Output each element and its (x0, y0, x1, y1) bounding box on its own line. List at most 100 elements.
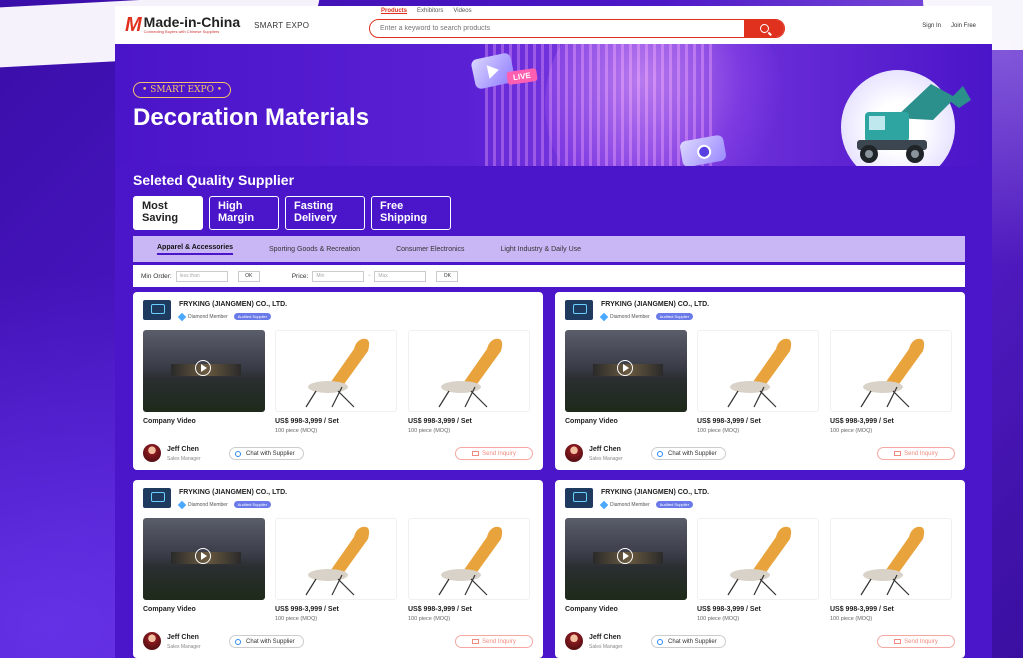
product-price: US$ 998-3,999 / Set (830, 606, 894, 613)
company-video-thumbnail[interactable] (565, 518, 687, 600)
smart-expo-link[interactable]: SMART EXPO (254, 21, 309, 30)
search-tab-products[interactable]: Products (381, 8, 407, 18)
tab-high-margin[interactable]: High Margin (209, 196, 279, 230)
tab-label-line1: High (218, 200, 243, 212)
category-sporting-goods[interactable]: Sporting Goods & Recreation (269, 246, 360, 253)
logo-mark-icon: M (125, 13, 142, 36)
product-image[interactable] (275, 518, 397, 600)
product-moq: 100 piece (MOQ) (275, 616, 318, 622)
product-price: US$ 998-3,999 / Set (697, 606, 761, 613)
tab-free-shipping[interactable]: Free Shipping (371, 196, 451, 230)
mail-icon (472, 639, 480, 644)
play-icon[interactable] (617, 360, 633, 376)
join-free-link[interactable]: Join Free (951, 23, 976, 29)
play-icon[interactable] (617, 548, 633, 564)
membership-row: Diamond Member Audited Supplier (599, 500, 694, 509)
hero-title: Decoration Materials (133, 104, 370, 131)
product-image[interactable] (830, 518, 952, 600)
inquiry-label: Send Inquiry (482, 638, 516, 645)
supplier-card[interactable]: FRYKING (JIANGMEN) CO., LTD. Diamond Mem… (133, 480, 543, 658)
supplier-card[interactable]: FRYKING (JIANGMEN) CO., LTD. Diamond Mem… (555, 480, 965, 658)
search-tab-videos[interactable]: Videos (453, 8, 471, 18)
product-moq: 100 piece (MOQ) (830, 428, 873, 434)
search-box (369, 19, 785, 38)
price-label: Price: (291, 272, 309, 280)
membership-row: Diamond Member Audited Supplier (599, 312, 694, 321)
diamond-icon (177, 500, 187, 509)
product-image[interactable] (697, 518, 819, 600)
avatar (565, 444, 583, 462)
send-inquiry-button[interactable]: Send Inquiry (877, 635, 955, 648)
send-inquiry-button[interactable]: Send Inquiry (877, 447, 955, 460)
product-moq: 100 piece (MOQ) (408, 428, 451, 434)
supplier-tabs: Most Saving High Margin Fasting Delivery… (133, 196, 451, 230)
chat-with-supplier-button[interactable]: Chat with Supplier (651, 447, 726, 460)
search-input[interactable] (370, 25, 744, 32)
chat-with-supplier-button[interactable]: Chat with Supplier (651, 635, 726, 648)
inquiry-label: Send Inquiry (904, 638, 938, 645)
product-price: US$ 998-3,999 / Set (408, 418, 472, 425)
min-order-input[interactable]: less than (175, 270, 228, 282)
send-inquiry-button[interactable]: Send Inquiry (455, 447, 533, 460)
avatar (143, 632, 161, 650)
contact-name: Jeff Chen (589, 446, 621, 453)
play-icon[interactable] (195, 548, 211, 564)
company-video-thumbnail[interactable] (565, 330, 687, 412)
search-button[interactable] (744, 20, 784, 37)
product-image[interactable] (275, 330, 397, 412)
tab-label-line1: Free (380, 200, 404, 212)
mail-icon (894, 639, 902, 644)
chair-icon (305, 526, 370, 596)
tab-label-line2: Margin (218, 212, 255, 224)
filter-bar: Min Order: less than OK Price: Min - Max… (133, 265, 965, 287)
product-image[interactable] (408, 518, 530, 600)
category-light-industry[interactable]: Light Industry & Daily Use (501, 246, 582, 253)
tab-fasting-delivery[interactable]: Fasting Delivery (285, 196, 365, 230)
company-name[interactable]: FRYKING (JIANGMEN) CO., LTD. (179, 301, 287, 308)
company-name[interactable]: FRYKING (JIANGMEN) CO., LTD. (601, 489, 709, 496)
send-inquiry-button[interactable]: Send Inquiry (455, 635, 533, 648)
contact-role: Sales Manager (589, 644, 623, 650)
company-name[interactable]: FRYKING (JIANGMEN) CO., LTD. (179, 489, 287, 496)
search-tab-exhibitors[interactable]: Exhibitors (417, 8, 443, 18)
price-min-input[interactable]: Min (312, 270, 365, 282)
membership-row: Diamond Member Audited Supplier (177, 500, 272, 509)
chair-icon (860, 338, 925, 408)
verified-badge: Audited Supplier (233, 313, 272, 320)
price-ok-button[interactable]: OK (436, 270, 459, 282)
min-order-ok-button[interactable]: OK (237, 270, 260, 282)
company-video-thumbnail[interactable] (143, 518, 265, 600)
product-image[interactable] (830, 330, 952, 412)
chat-icon (657, 451, 663, 457)
expo-page: M Made-in-China Connecting Buyers with C… (115, 6, 992, 658)
company-video-thumbnail[interactable] (143, 330, 265, 412)
diamond-icon (177, 312, 187, 321)
chair-icon (727, 526, 792, 596)
product-moq: 100 piece (MOQ) (408, 616, 451, 622)
sign-in-link[interactable]: Sign In (922, 23, 941, 29)
supplier-card[interactable]: FRYKING (JIANGMEN) CO., LTD. Diamond Mem… (555, 292, 965, 470)
chair-icon (438, 338, 503, 408)
chat-with-supplier-button[interactable]: Chat with Supplier (229, 447, 304, 460)
price-dash: - (368, 273, 371, 279)
member-level: Diamond Member (188, 313, 228, 320)
product-price: US$ 998-3,999 / Set (830, 418, 894, 425)
contact-role: Sales Manager (589, 456, 623, 462)
logo-tagline: Connecting Buyers with Chinese Suppliers (143, 29, 220, 34)
product-image[interactable] (697, 330, 819, 412)
contact-name: Jeff Chen (589, 634, 621, 641)
play-icon[interactable] (195, 360, 211, 376)
site-logo[interactable]: M Made-in-China Connecting Buyers with C… (125, 14, 240, 37)
chat-label: Chat with Supplier (246, 450, 295, 457)
tab-most-saving[interactable]: Most Saving (133, 196, 203, 230)
membership-row: Diamond Member Audited Supplier (177, 312, 272, 321)
supplier-card[interactable]: FRYKING (JIANGMEN) CO., LTD. Diamond Mem… (133, 292, 543, 470)
price-max-input[interactable]: Max (374, 270, 427, 282)
category-consumer-electronics[interactable]: Consumer Electronics (396, 246, 464, 253)
company-name[interactable]: FRYKING (JIANGMEN) CO., LTD. (601, 301, 709, 308)
contact-name: Jeff Chen (167, 446, 199, 453)
category-apparel[interactable]: Apparel & Accessories (157, 244, 233, 255)
company-video-label: Company Video (143, 418, 196, 425)
product-image[interactable] (408, 330, 530, 412)
chat-with-supplier-button[interactable]: Chat with Supplier (229, 635, 304, 648)
